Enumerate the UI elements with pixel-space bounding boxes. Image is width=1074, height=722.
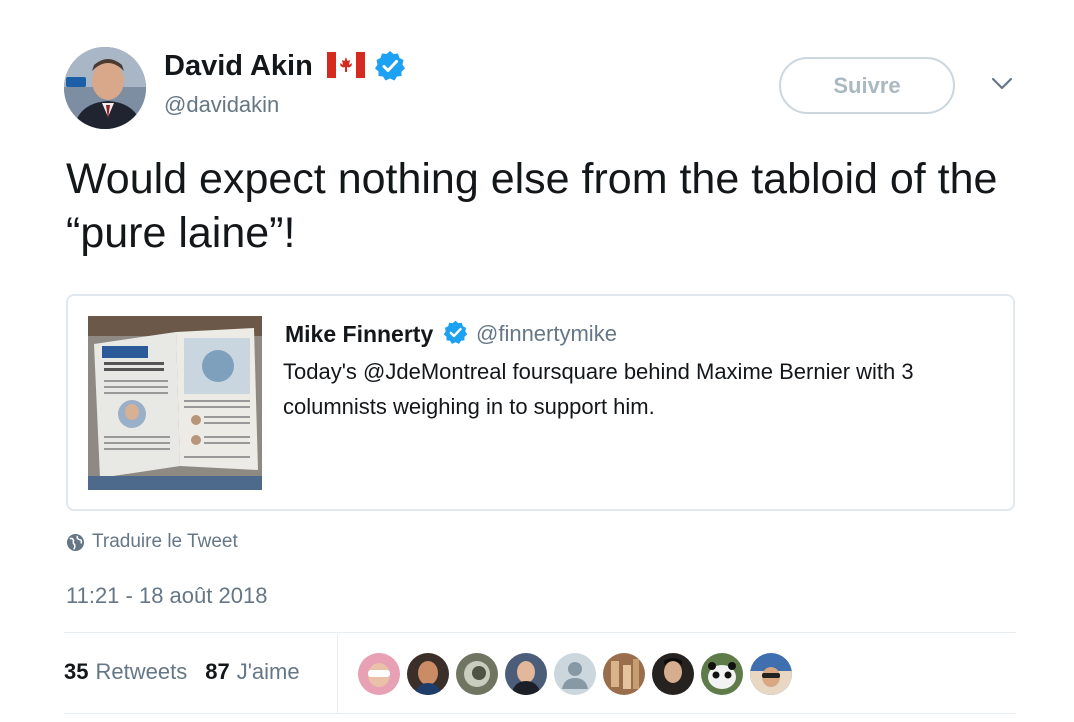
verified-badge-icon [375, 51, 405, 81]
liker-avatar[interactable] [505, 653, 547, 695]
liker-avatar[interactable] [456, 653, 498, 695]
author-handle[interactable]: @davidakin [164, 92, 279, 118]
likes-stat[interactable]: 87 J'aime [205, 659, 299, 685]
follow-button[interactable]: Suivre [779, 57, 955, 114]
liker-avatars [358, 653, 799, 695]
verified-badge-icon [443, 320, 468, 344]
likes-label[interactable]: J'aime [237, 659, 300, 685]
quoted-tweet-image[interactable] [88, 316, 262, 490]
quoted-tweet-text: Today's @JdeMontreal foursquare behind M… [283, 359, 914, 419]
chevron-down-icon[interactable] [990, 76, 1014, 92]
canada-flag-icon [327, 52, 365, 78]
divider [64, 632, 1016, 633]
retweets-count[interactable]: 35 [64, 659, 88, 685]
quoted-tweet-card[interactable]: Mike Finnerty @finnertymike Today's @Jde… [66, 294, 1015, 511]
liker-avatar[interactable] [652, 653, 694, 695]
author-avatar[interactable] [64, 47, 146, 129]
divider [64, 713, 1016, 714]
translate-tweet-link[interactable]: Traduire le Tweet [66, 531, 238, 553]
liker-avatar[interactable] [750, 653, 792, 695]
author-name[interactable]: David Akin [164, 50, 313, 83]
tweet-stats: 35 Retweets 87 J'aime [64, 659, 318, 685]
tweet-timestamp[interactable]: 11:21 - 18 août 2018 [66, 583, 267, 609]
quoted-author-name[interactable]: Mike Finnerty [285, 321, 433, 348]
retweets-stat[interactable]: 35 Retweets [64, 659, 187, 685]
stats-separator [337, 634, 338, 714]
liker-avatar[interactable] [701, 653, 743, 695]
likes-count[interactable]: 87 [205, 659, 229, 685]
globe-icon [66, 533, 85, 551]
liker-avatar[interactable] [603, 653, 645, 695]
liker-avatar[interactable] [554, 653, 596, 695]
tweet-text: Would expect nothing else from the tablo… [66, 155, 998, 257]
liker-avatar[interactable] [358, 653, 400, 695]
liker-avatar[interactable] [407, 653, 449, 695]
translate-label[interactable]: Traduire le Tweet [92, 531, 238, 553]
quoted-author-handle[interactable]: @finnertymike [476, 321, 617, 347]
retweets-label[interactable]: Retweets [95, 659, 187, 685]
